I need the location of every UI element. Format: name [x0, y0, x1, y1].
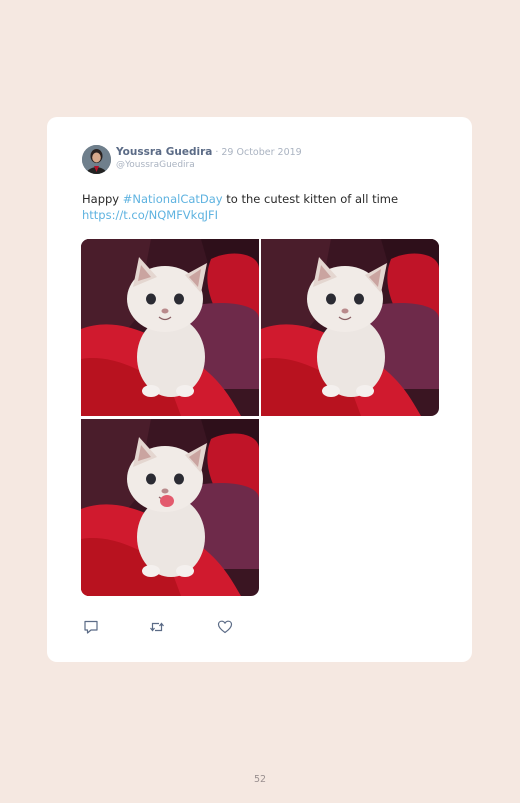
tweet-text: Happy #NationalCatDay to the cutest kitt…: [82, 192, 442, 223]
tweet-date: · 29 October 2019: [215, 147, 302, 158]
kitten-photo-2[interactable]: [261, 239, 439, 416]
tweet-text-before: Happy: [82, 192, 123, 206]
hashtag-link[interactable]: #NationalCatDay: [123, 192, 223, 206]
like-icon[interactable]: [217, 619, 233, 635]
avatar[interactable]: [82, 145, 111, 174]
retweet-icon[interactable]: [149, 619, 165, 635]
kitten-photo-3[interactable]: [81, 419, 259, 596]
author-name[interactable]: Youssra Guedira · 29 October 2019: [116, 146, 302, 158]
kitten-photo-1[interactable]: [81, 239, 259, 416]
author-handle[interactable]: @YoussraGuedira: [116, 160, 195, 170]
tweet-text-after: to the cutest kitten of all time: [222, 192, 399, 206]
tweet-url-link[interactable]: https://t.co/NQMFVkqJFI: [82, 208, 218, 222]
author-name-text[interactable]: Youssra Guedira: [116, 146, 212, 158]
reply-icon[interactable]: [83, 619, 99, 635]
tweet-card: Youssra Guedira · 29 October 2019 @Youssr…: [47, 117, 472, 662]
page-number: 52: [253, 774, 267, 785]
